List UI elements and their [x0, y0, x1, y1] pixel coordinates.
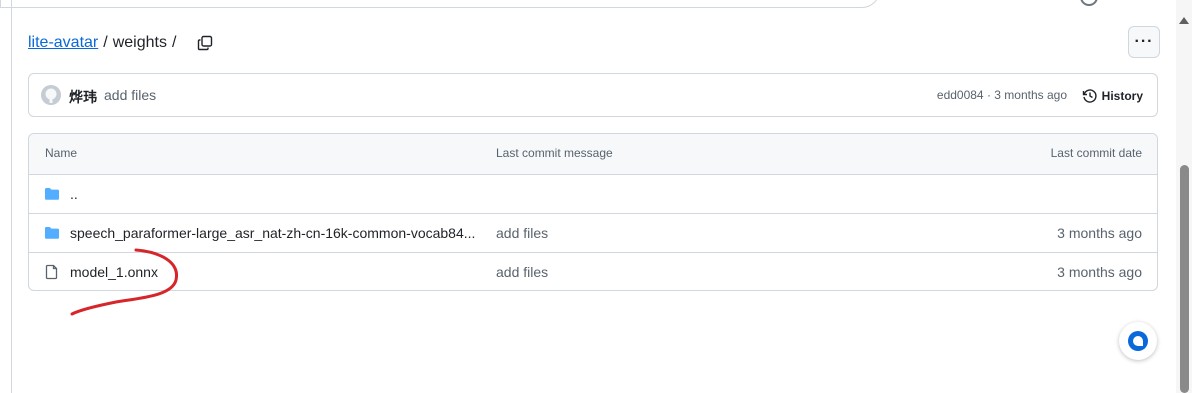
- avatar[interactable]: [41, 85, 61, 105]
- commit-message[interactable]: add files: [104, 87, 156, 103]
- column-header-last-commit-message: Last commit message: [496, 146, 613, 160]
- commit-date: 3 months ago: [1057, 264, 1142, 280]
- history-label: History: [1101, 89, 1143, 103]
- file-icon: [44, 264, 60, 280]
- copilot-chat-button[interactable]: [1119, 322, 1157, 360]
- folder-icon: [44, 225, 60, 241]
- copilot-chat-icon: [1128, 331, 1148, 351]
- vertical-scrollbar[interactable]: [1176, 0, 1192, 393]
- breadcrumb: lite-avatar / weights /: [28, 32, 215, 54]
- browser-search-bar-fragment: [0, 0, 880, 8]
- table-header-row: Name Last commit message Last commit dat…: [29, 134, 1157, 174]
- breadcrumb-trailing-separator: /: [171, 34, 177, 51]
- history-icon: [1082, 89, 1097, 103]
- browser-button-fragment: [1080, 0, 1098, 6]
- more-options-button[interactable]: ···: [1128, 26, 1160, 58]
- commit-author[interactable]: 烨玮: [69, 87, 97, 107]
- table-row[interactable]: speech_paraformer-large_asr_nat-zh-cn-16…: [29, 213, 1157, 252]
- commit-message-link[interactable]: add files: [496, 264, 548, 280]
- table-row-parent-directory[interactable]: ..: [29, 174, 1157, 213]
- history-button[interactable]: History: [1082, 85, 1143, 107]
- latest-commit-bar: 烨玮 add files edd0084 · 3 months ago Hist…: [28, 73, 1158, 117]
- breadcrumb-repo-link[interactable]: lite-avatar: [28, 34, 98, 52]
- breadcrumb-current-folder: weights: [112, 34, 167, 51]
- scroll-up-arrow-icon[interactable]: [1179, 17, 1189, 24]
- commit-hash-time[interactable]: edd0084 · 3 months ago: [937, 88, 1067, 102]
- file-name[interactable]: model_1.onnx: [70, 264, 158, 280]
- file-name[interactable]: ..: [70, 186, 78, 202]
- commit-date: 3 months ago: [1057, 225, 1142, 241]
- file-name[interactable]: speech_paraformer-large_asr_nat-zh-cn-16…: [70, 225, 475, 241]
- column-header-last-commit-date: Last commit date: [1050, 146, 1142, 160]
- breadcrumb-separator: /: [103, 34, 108, 51]
- scrollbar-thumb[interactable]: [1180, 165, 1189, 393]
- column-header-name: Name: [45, 146, 78, 160]
- commit-message-link[interactable]: add files: [496, 225, 548, 241]
- page-left-border: [11, 0, 12, 393]
- kebab-horizontal-icon: ···: [1134, 33, 1154, 50]
- folder-icon: [44, 186, 60, 202]
- copy-path-icon[interactable]: [195, 33, 215, 53]
- table-row[interactable]: model_1.onnx add files 3 months ago: [29, 252, 1157, 290]
- file-table: Name Last commit message Last commit dat…: [28, 133, 1158, 291]
